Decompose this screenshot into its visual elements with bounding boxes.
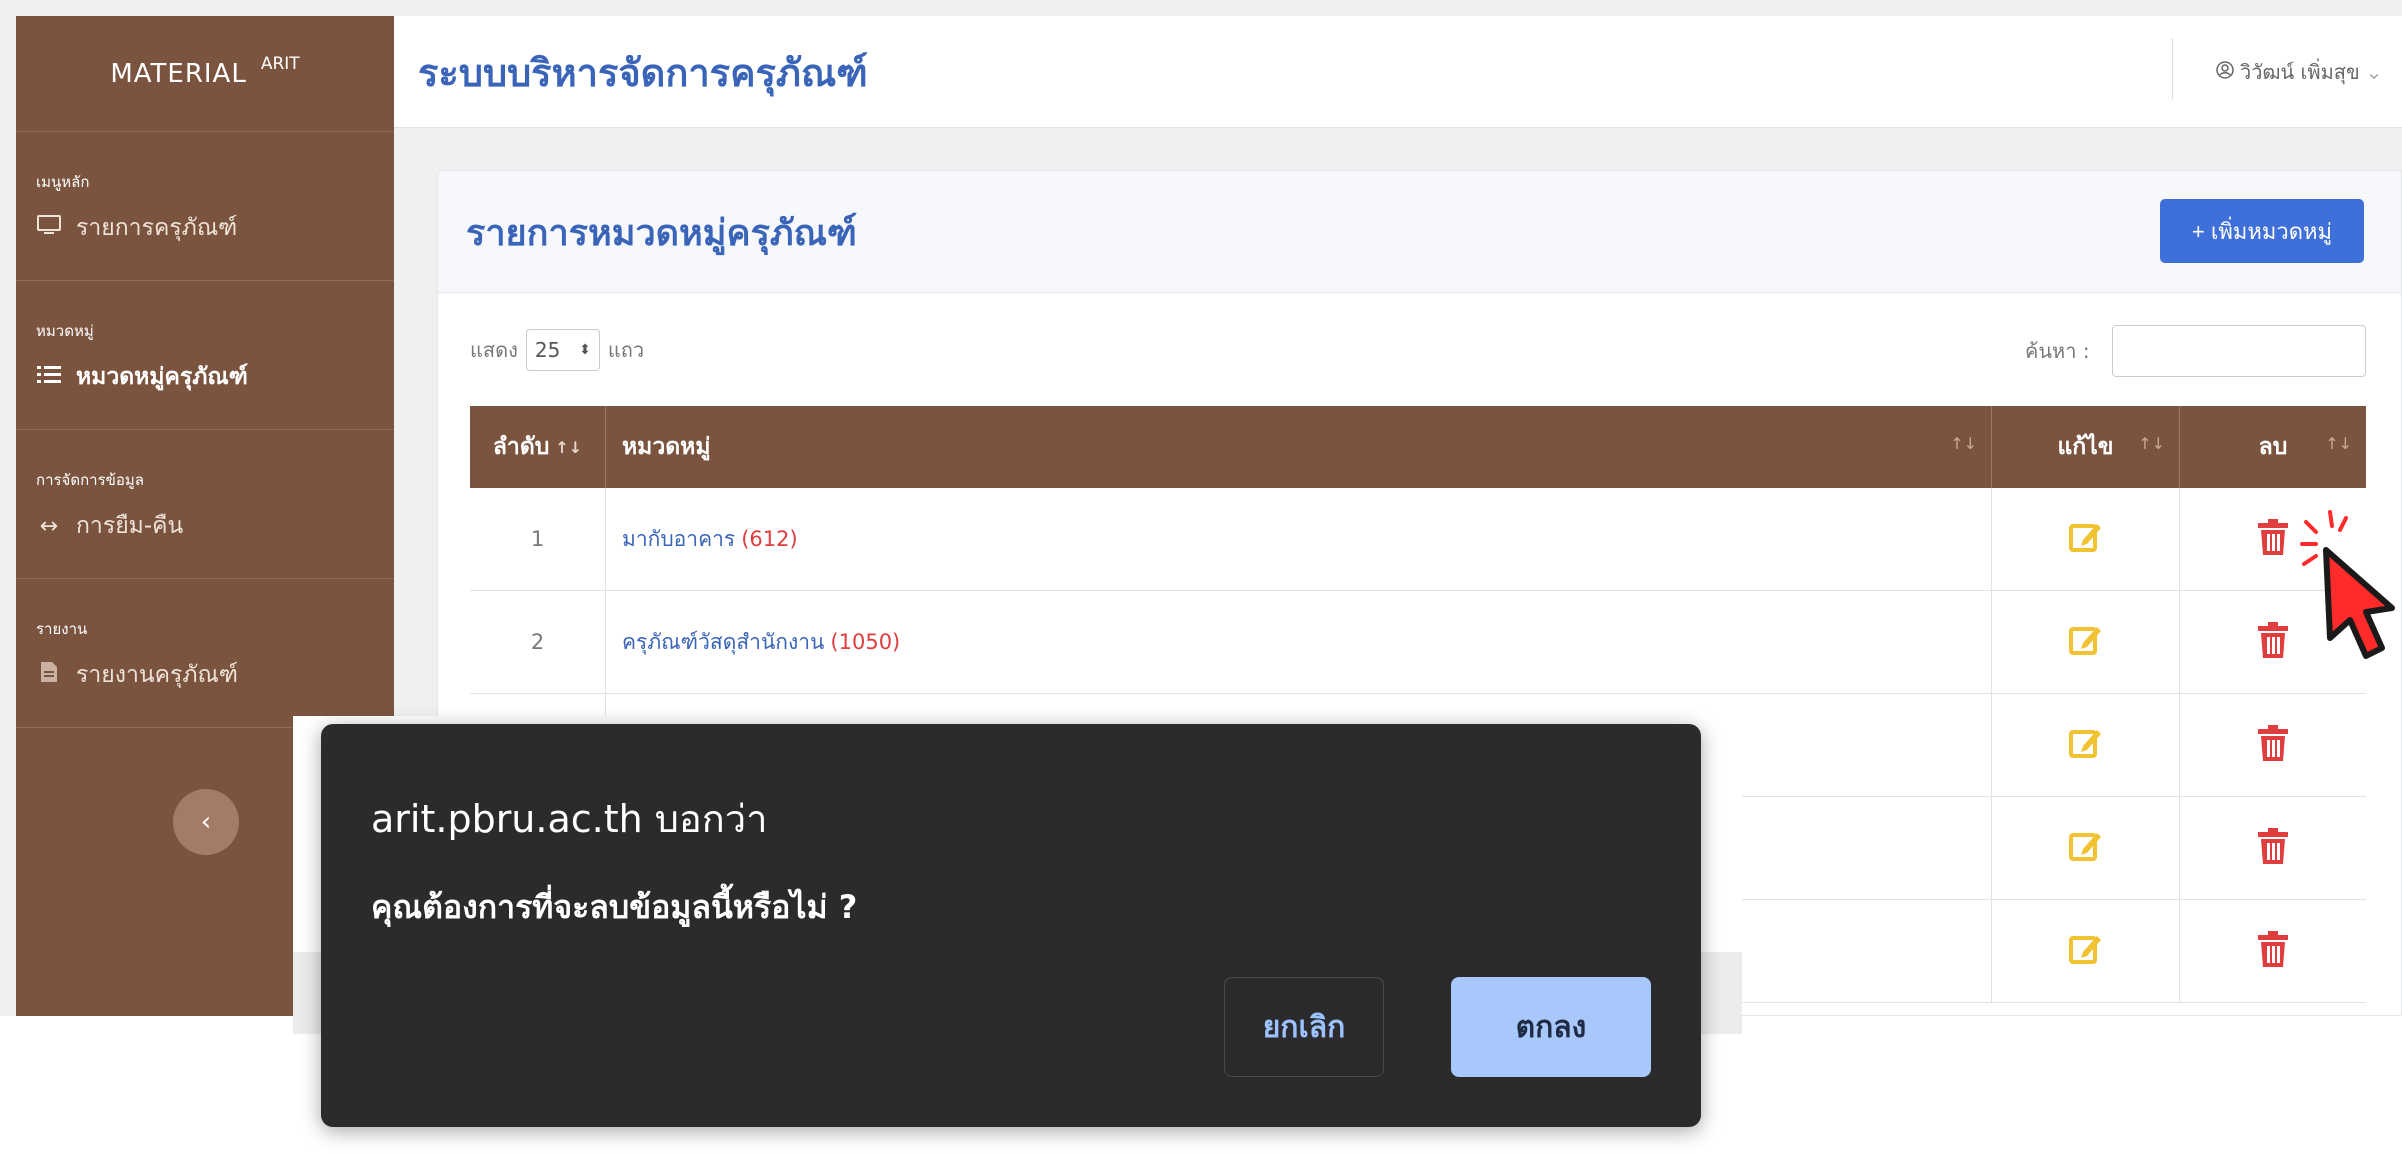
- category-count: (612): [741, 527, 798, 551]
- sidebar-item-equipment-list[interactable]: รายการครุภัณฑ์: [36, 194, 374, 280]
- table-row: 1 มากับอาคาร (612): [470, 488, 2366, 591]
- brand-sub: ARIT: [260, 53, 300, 74]
- sidebar-item-category[interactable]: หมวดหมู่ครุภัณฑ์: [36, 343, 374, 429]
- chevron-left-icon: ‹: [200, 807, 212, 837]
- rows-label: แถว: [607, 338, 645, 362]
- sidebar-section-main: เมนูหลัก รายการครุภัณฑ์: [16, 132, 394, 281]
- header-divider: [2172, 38, 2173, 100]
- category-link[interactable]: ครุภัณฑ์วัสดุสำนักงาน: [622, 626, 824, 659]
- sort-icon: ↑↓: [2138, 434, 2165, 453]
- show-label: แสดง: [470, 338, 518, 362]
- row-index: 1: [470, 488, 606, 590]
- table-header: ลำดับ ↑↓ หมวดหมู่ ↑↓ แก้ไข ↑↓ ลบ ↑↓: [470, 406, 2366, 488]
- sidebar-section-category: หมวดหมู่ หมวดหมู่ครุภัณฑ์: [16, 281, 394, 430]
- cursor-pointer-icon: [2300, 510, 2395, 659]
- sidebar-heading: หมวดหมู่: [36, 322, 94, 340]
- sidebar-heading: เมนูหลัก: [36, 173, 90, 191]
- sidebar-item-report[interactable]: รายงานครุภัณฑ์: [36, 641, 374, 727]
- sidebar-section-report: รายงาน รายงานครุภัณฑ์: [16, 579, 394, 728]
- add-category-button[interactable]: + เพิ่มหมวดหมู่: [2160, 199, 2364, 263]
- column-header-index[interactable]: ลำดับ ↑↓: [470, 406, 606, 488]
- dialog-origin: arit.pbru.ac.th บอกว่า: [371, 797, 768, 841]
- row-delete-cell: [2180, 797, 2366, 899]
- ok-button[interactable]: ตกลง: [1451, 977, 1651, 1077]
- monitor-icon: [36, 214, 62, 242]
- user-circle-icon: [2216, 60, 2234, 84]
- row-index: 2: [470, 591, 606, 693]
- column-header-edit[interactable]: แก้ไข ↑↓: [1992, 406, 2180, 488]
- page-size-value: 25: [534, 338, 561, 362]
- sort-icon: ↑↓: [1950, 434, 1977, 453]
- trash-icon[interactable]: [2256, 621, 2290, 664]
- list-icon: [36, 364, 62, 390]
- trash-icon[interactable]: [2256, 827, 2290, 870]
- column-header-label: ลบ: [2258, 434, 2288, 460]
- edit-icon[interactable]: [2068, 932, 2103, 971]
- row-delete-cell: [2180, 694, 2366, 796]
- confirm-dialog: arit.pbru.ac.th บอกว่า คุณต้องการที่จะลบ…: [321, 724, 1701, 1127]
- sidebar-heading: รายงาน: [36, 620, 88, 638]
- user-menu[interactable]: วิวัฒน์ เพิ่มสุข ⌄: [2216, 56, 2382, 88]
- swap-arrows-icon: ↔: [39, 513, 59, 539]
- system-title: ระบบบริหารจัดการครุภัณฑ์: [418, 51, 868, 95]
- brand-name: MATERIAL: [110, 58, 247, 89]
- column-header-label: ลำดับ: [492, 434, 550, 460]
- sidebar-collapse-button[interactable]: ‹: [173, 789, 239, 855]
- category-link[interactable]: มากับอาคาร: [622, 523, 735, 556]
- user-name: วิวัฒน์ เพิ่มสุข: [2240, 60, 2360, 84]
- sort-icon: ↑↓: [2325, 434, 2352, 453]
- row-edit-cell: [1992, 591, 2180, 693]
- page-length-control: แสดง 25 ⬍ แถว: [470, 329, 644, 371]
- column-header-label: หมวดหมู่: [622, 434, 711, 460]
- brand-logo[interactable]: MATERIAL ARIT: [16, 16, 394, 132]
- sidebar-item-borrow-return[interactable]: ↔ การยืม-คืน: [36, 492, 374, 578]
- select-arrows-icon: ⬍: [579, 342, 591, 358]
- page-size-select[interactable]: 25 ⬍: [525, 329, 600, 371]
- row-edit-cell: [1992, 694, 2180, 796]
- cancel-button[interactable]: ยกเลิก: [1224, 977, 1384, 1077]
- sidebar-item-label: รายการครุภัณฑ์: [76, 215, 238, 241]
- dialog-message: คุณต้องการที่จะลบข้อมูลนี้หรือไม่ ?: [371, 888, 858, 926]
- edit-icon[interactable]: [2068, 726, 2103, 765]
- search-input[interactable]: [2112, 325, 2366, 377]
- sort-icon: ↑↓: [555, 437, 583, 457]
- row-edit-cell: [1992, 900, 2180, 1002]
- top-header: ระบบบริหารจัดการครุภัณฑ์ วิวัฒน์ เพิ่มสุ…: [394, 16, 2402, 128]
- edit-icon[interactable]: [2068, 520, 2103, 559]
- column-header-category[interactable]: หมวดหมู่ ↑↓: [606, 406, 1992, 488]
- sidebar-item-label: รายงานครุภัณฑ์: [76, 662, 238, 688]
- card-title: รายการหมวดหมู่ครุภัณฑ์: [466, 213, 857, 254]
- sidebar-heading: การจัดการข้อมูล: [36, 471, 144, 489]
- report-icon: [36, 661, 62, 689]
- category-count: (1050): [830, 630, 901, 654]
- row-edit-cell: [1992, 797, 2180, 899]
- edit-icon[interactable]: [2068, 623, 2103, 662]
- edit-icon[interactable]: [2068, 829, 2103, 868]
- row-delete-cell: [2180, 900, 2366, 1002]
- sidebar-item-label: หมวดหมู่ครุภัณฑ์: [76, 364, 248, 390]
- table-row: 2 ครุภัณฑ์วัสดุสำนักงาน (1050): [470, 591, 2366, 694]
- row-category: มากับอาคาร (612): [606, 488, 1992, 590]
- chevron-down-icon: ⌄: [2365, 60, 2383, 84]
- trash-icon[interactable]: [2256, 724, 2290, 767]
- column-header-delete[interactable]: ลบ ↑↓: [2180, 406, 2366, 488]
- search-label: ค้นหา :: [2025, 339, 2090, 363]
- row-category: ครุภัณฑ์วัสดุสำนักงาน (1050): [606, 591, 1992, 693]
- column-header-label: แก้ไข: [2057, 434, 2114, 460]
- card-header: รายการหมวดหมู่ครุภัณฑ์ + เพิ่มหมวดหมู่: [438, 171, 2401, 293]
- trash-icon[interactable]: [2256, 930, 2290, 973]
- sidebar-item-label: การยืม-คืน: [76, 513, 184, 539]
- sidebar-section-data: การจัดการข้อมูล ↔ การยืม-คืน: [16, 430, 394, 579]
- row-edit-cell: [1992, 488, 2180, 590]
- trash-icon[interactable]: [2256, 518, 2290, 561]
